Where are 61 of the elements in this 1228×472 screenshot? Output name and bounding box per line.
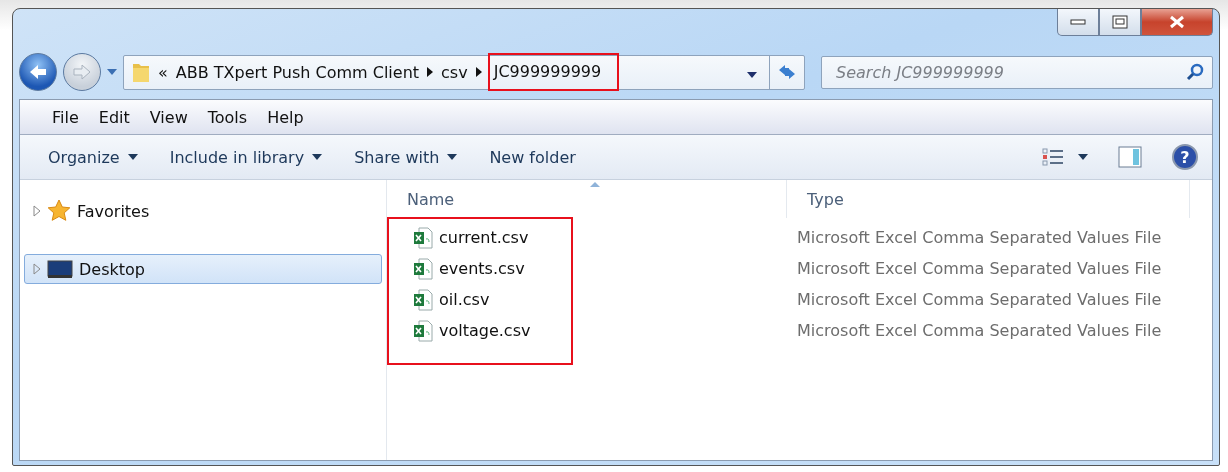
column-header[interactable]: Name [387,180,787,218]
file-name-cell[interactable]: voltage.csv [387,319,787,342]
sidebar-item[interactable]: Desktop [24,254,382,284]
menu-item[interactable]: Help [259,107,312,127]
command-button[interactable]: Organize [42,147,144,167]
file-name-cell[interactable]: events.csv [387,257,787,280]
spreadsheet-file-icon [413,288,433,311]
monitor-icon [47,259,73,279]
spreadsheet-file-icon [413,257,433,280]
maximize-button[interactable] [1099,9,1141,36]
refresh-icon [777,63,797,81]
breadcrumb[interactable]: JC999999999 [489,55,618,89]
expand-icon[interactable] [33,205,41,217]
star-icon [47,199,71,223]
caret-icon [747,71,757,78]
caret-icon [447,154,458,160]
forward-arrow-icon [72,63,92,81]
search-icon [1186,63,1204,81]
command-button[interactable]: Share with [348,147,464,167]
command-button[interactable]: Include in library [163,147,329,167]
spreadsheet-file-icon [413,226,433,249]
menu-item[interactable]: File [44,107,87,127]
chevron-icon[interactable] [475,67,482,77]
file-name-cell[interactable]: current.csv [387,226,787,249]
maximize-icon [1112,15,1128,29]
breadcrumb[interactable]: ABB TXpert Push Comm Client [175,62,420,82]
file-type-cell-text: Microsoft Excel Comma Separated Values File [796,290,1163,309]
chevron-icon[interactable] [427,67,434,77]
file-type-cell-text: Microsoft Excel Comma Separated Values File [796,321,1163,340]
close-button[interactable] [1141,9,1213,36]
caret-icon [127,154,138,160]
preview-pane-icon[interactable] [1118,146,1142,168]
address-bar[interactable]: « ABB TXpert Push Comm Client csv JC999999999 [123,54,805,90]
menu-item[interactable]: View [141,107,196,127]
folder-icon [132,61,150,83]
spreadsheet-file-icon [413,319,433,342]
search-box[interactable]: Search JC999999999 [821,55,1213,89]
file-name-cell[interactable]: oil.csv [387,288,787,311]
menu-item[interactable]: Tools [199,107,256,127]
caret-icon [312,154,323,160]
back-arrow-icon [28,63,48,81]
caret-icon [1078,154,1088,160]
sidebar-item[interactable]: Favorites [24,196,382,226]
column-header[interactable]: Type [787,180,1190,218]
minimize-icon [1070,19,1086,25]
forward-button[interactable] [63,53,101,91]
overflow-chevron[interactable]: « [158,62,168,82]
close-icon [1168,15,1186,29]
minimize-button[interactable] [1057,9,1099,36]
caret-icon [107,69,117,75]
back-button[interactable] [19,53,57,91]
view-list-icon[interactable] [1042,148,1064,166]
breadcrumb[interactable]: csv [441,62,468,82]
expand-icon[interactable] [33,263,41,275]
menu-item[interactable]: Edit [90,107,138,127]
sort-arrow-icon [590,182,600,187]
command-button[interactable]: New folder [483,147,582,167]
file-type-cell-text: Microsoft Excel Comma Separated Values File [796,228,1163,247]
search-field[interactable]: Search JC999999999 [834,61,1186,83]
file-type-cell-text: Microsoft Excel Comma Separated Values File [796,259,1163,278]
help-icon[interactable]: ? [1172,144,1198,170]
